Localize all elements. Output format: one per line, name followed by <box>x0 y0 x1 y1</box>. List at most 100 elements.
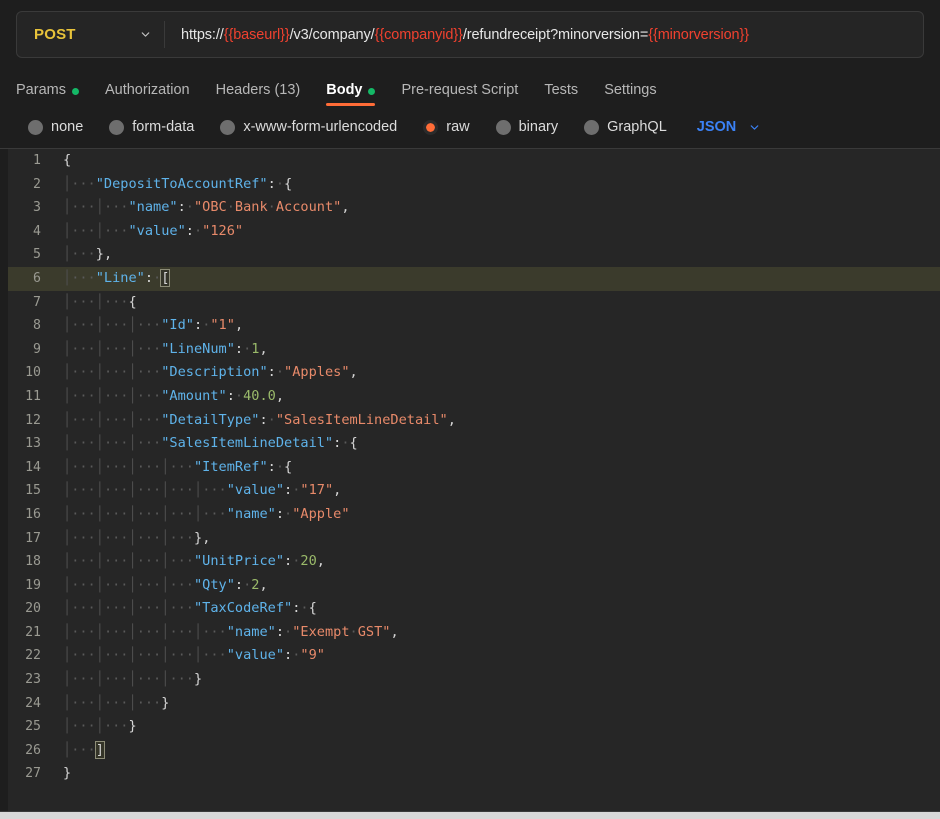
whitespace-dots: ··· <box>103 222 129 239</box>
code-line-content: } <box>54 762 940 786</box>
indent-guide: │ <box>63 529 72 546</box>
indent-guide: │ <box>63 647 72 664</box>
code-line[interactable]: 7 │···│···{ <box>8 291 940 315</box>
code-line[interactable]: 5 │···}, <box>8 243 940 267</box>
code-line[interactable]: 6 │···"Line":·[ <box>8 266 940 291</box>
code-line[interactable]: 22 │···│···│···│···│···"value":·"9" <box>8 644 940 668</box>
tab-authorization[interactable]: Authorization <box>92 68 203 106</box>
code-line-content: │···"DepositToAccountRef":·{ <box>54 173 940 197</box>
body-type-form-data[interactable]: form-data <box>109 119 194 135</box>
whitespace-dots: ··· <box>136 387 162 404</box>
code-line[interactable]: 9 │···│···│···"LineNum":·1, <box>8 338 940 362</box>
radio-button-icon[interactable] <box>423 119 439 135</box>
json-punctuation: , <box>259 340 268 357</box>
code-line[interactable]: 13 │···│···│···"SalesItemLineDetail":·{ <box>8 432 940 456</box>
tab-label: Headers (13) <box>215 81 301 98</box>
line-number: 25 <box>25 719 41 735</box>
body-type-raw[interactable]: raw <box>423 119 470 135</box>
whitespace-dots: ··· <box>71 246 96 263</box>
code-line[interactable]: 16 │···│···│···│···│···"name":·"Apple" <box>8 503 940 527</box>
body-type-x-www-form-urlencoded[interactable]: x-www-form-urlencoded <box>220 119 397 135</box>
indent-guide: │ <box>194 505 203 522</box>
json-string: "SalesItemLineDetail" <box>275 411 448 428</box>
whitespace-dots: ··· <box>71 411 96 428</box>
horizontal-scrollbar[interactable] <box>0 812 940 819</box>
indent-guide: │ <box>194 623 203 640</box>
request-tabs: Params Authorization Headers (13) Body Pre-r… <box>0 68 940 106</box>
json-punctuation: { <box>308 600 317 617</box>
indent-guide: │ <box>128 340 137 357</box>
indent-guide: │ <box>95 222 104 239</box>
tab-body[interactable]: Body <box>313 68 388 106</box>
whitespace-dots: ··· <box>103 576 129 593</box>
code-line[interactable]: 17 │···│···│···│···}, <box>8 527 940 551</box>
tab-headers-13[interactable]: Headers (13) <box>203 68 314 106</box>
code-line[interactable]: 26 │···] <box>8 739 940 763</box>
json-punctuation: { <box>63 152 72 168</box>
body-code-editor[interactable]: 1{2 │···"DepositToAccountRef":·{3 │···│···… <box>0 148 940 819</box>
code-line[interactable]: 11 │···│···│···"Amount":·40.0, <box>8 385 940 409</box>
code-line[interactable]: 25 │···│···} <box>8 715 940 739</box>
code-lines-container[interactable]: 1{2 │···"DepositToAccountRef":·{3 │···│···… <box>8 149 940 819</box>
code-line[interactable]: 10 │···│···│···"Description":·"Apples", <box>8 361 940 385</box>
json-punctuation: { <box>284 458 293 475</box>
code-line[interactable]: 12 │···│···│···"DetailType":·"SalesItemLi… <box>8 409 940 433</box>
line-number: 11 <box>25 388 41 404</box>
indent-guide: │ <box>95 647 104 664</box>
body-type-binary[interactable]: binary <box>495 119 558 135</box>
code-line-content: │···│···│···│···} <box>54 668 940 692</box>
code-line[interactable]: 18 │···│···│···│···"UnitPrice":·20, <box>8 550 940 574</box>
whitespace-dots: ··· <box>169 529 194 546</box>
line-number: 8 <box>33 318 41 334</box>
code-line[interactable]: 20 │···│···│···│···"TaxCodeRef":·{ <box>8 597 940 621</box>
json-key: "Description" <box>161 364 268 381</box>
whitespace-dot: · <box>275 458 285 475</box>
code-line[interactable]: 23 │···│···│···│···} <box>8 668 940 692</box>
whitespace-dots: ··· <box>202 647 227 664</box>
tab-label: Authorization <box>104 81 190 98</box>
radio-button-icon[interactable] <box>220 119 236 135</box>
tab-pre-request-script[interactable]: Pre-request Script <box>388 68 531 106</box>
http-method-dropdown[interactable]: POST <box>17 12 164 57</box>
radio-button-icon[interactable] <box>28 119 43 135</box>
tab-params[interactable]: Params <box>16 68 92 106</box>
code-line[interactable]: 24 │···│···│···} <box>8 692 940 716</box>
body-type-label: raw <box>446 119 470 135</box>
indent-guide: │ <box>63 246 72 263</box>
json-punctuation: , <box>103 246 113 263</box>
json-punctuation: : <box>177 199 186 216</box>
line-number: 22 <box>25 648 41 664</box>
radio-button-icon[interactable] <box>109 119 125 135</box>
code-line[interactable]: 2 │···"DepositToAccountRef":·{ <box>8 173 940 197</box>
code-line[interactable]: 21 │···│···│···│···│···"name":·"Exempt·GS… <box>8 621 940 645</box>
body-type-none[interactable]: none <box>28 119 83 135</box>
json-punctuation: , <box>390 623 399 640</box>
line-number: 12 <box>25 412 41 428</box>
content-type-dropdown[interactable]: JSON <box>697 119 762 135</box>
whitespace-dot: · <box>226 199 235 216</box>
tab-tests[interactable]: Tests <box>531 68 591 106</box>
code-line[interactable]: 27} <box>8 762 940 786</box>
body-type-graphql[interactable]: GraphQL <box>584 119 667 135</box>
code-line[interactable]: 15 │···│···│···│···│···"value":·"17", <box>8 479 940 503</box>
indent-guide: │ <box>128 529 137 546</box>
json-key: "SalesItemLineDetail" <box>161 435 334 452</box>
whitespace-dots: ··· <box>103 671 129 688</box>
code-line[interactable]: 4 │···│···"value":·"126" <box>8 220 940 244</box>
code-line-content: │···│···│···│···│···"value":·"9" <box>54 644 940 668</box>
url-input[interactable]: https://{{baseurl}}/v3/company/{{company… <box>165 12 923 57</box>
whitespace-dots: ··· <box>71 505 96 522</box>
code-line[interactable]: 3 │···│···"name":·"OBC·Bank·Account", <box>8 196 940 220</box>
code-line[interactable]: 1{ <box>8 149 940 173</box>
tab-settings[interactable]: Settings <box>591 68 669 106</box>
whitespace-dots: ··· <box>103 364 129 381</box>
json-key: "DepositToAccountRef" <box>95 175 268 192</box>
whitespace-dots: ··· <box>136 435 162 452</box>
code-line[interactable]: 14 │···│···│···│···"ItemRef":·{ <box>8 456 940 480</box>
code-line[interactable]: 8 │···│···│···"Id":·"1", <box>8 314 940 338</box>
radio-button-icon[interactable] <box>584 119 600 135</box>
radio-button-icon[interactable] <box>495 119 511 135</box>
line-number: 1 <box>33 153 41 168</box>
matched-bracket: [ <box>160 268 171 287</box>
code-line[interactable]: 19 │···│···│···│···"Qty":·2, <box>8 574 940 598</box>
